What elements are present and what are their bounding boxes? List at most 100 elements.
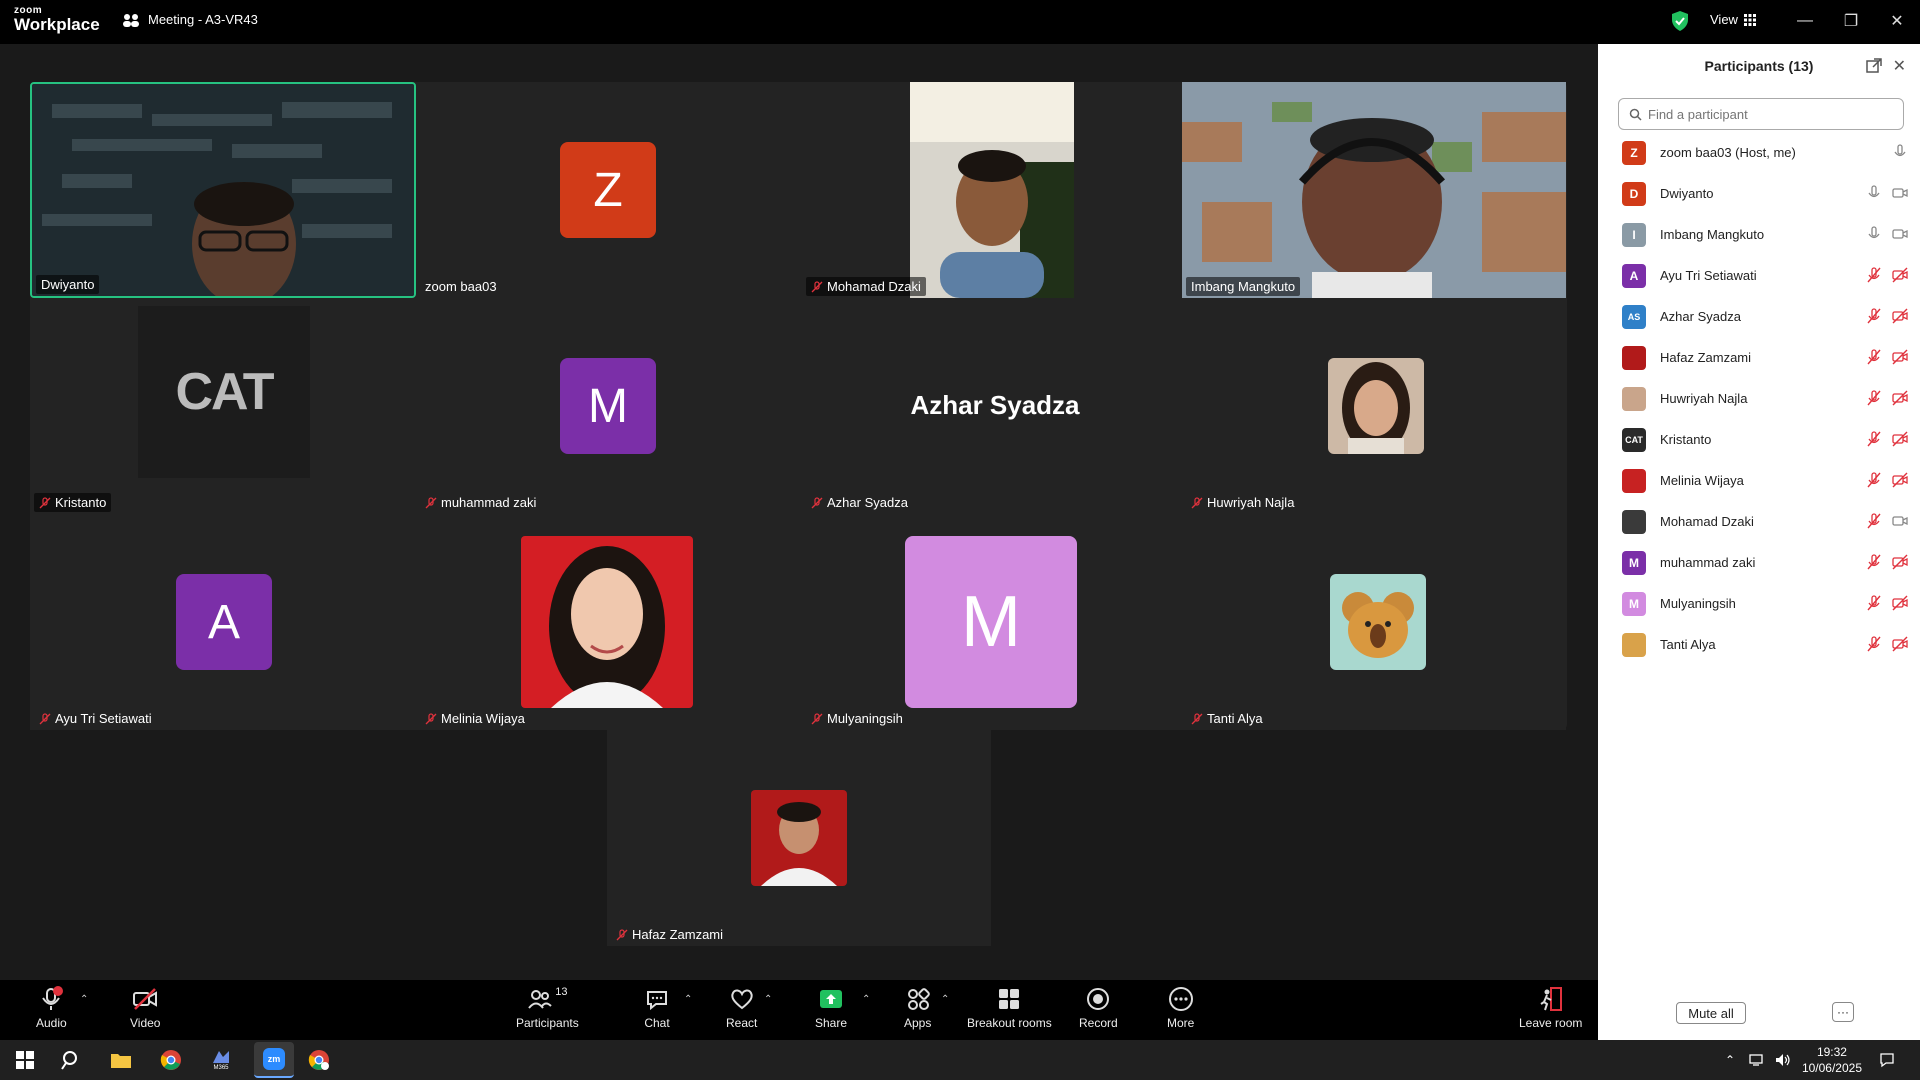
video-off-icon[interactable] [1892, 472, 1908, 488]
search-icon [1629, 108, 1642, 121]
mic-muted-icon[interactable] [1866, 595, 1882, 611]
restore-button[interactable]: ❐ [1836, 8, 1866, 34]
mic-icon[interactable] [1866, 226, 1882, 242]
apps-button[interactable]: Apps [904, 986, 931, 1030]
mic-muted-icon[interactable] [1866, 431, 1882, 447]
participant-row[interactable]: Hafaz Zamzami [1598, 337, 1920, 378]
tile-muhammad-zaki[interactable]: M muhammad zaki [416, 298, 802, 514]
popout-icon[interactable] [1866, 58, 1882, 74]
react-options-caret[interactable]: ⌃ [764, 994, 772, 1005]
file-explorer-icon[interactable] [106, 1046, 136, 1074]
profile-photo-tanti-koala [1330, 574, 1426, 670]
video-off-icon[interactable] [1892, 349, 1908, 365]
zoom-taskbar-icon[interactable]: zm [254, 1042, 294, 1078]
participant-row[interactable]: Mmuhammad zaki [1598, 542, 1920, 583]
mute-all-button[interactable]: Mute all [1676, 1002, 1746, 1024]
volume-icon[interactable] [1772, 1046, 1794, 1074]
video-off-icon[interactable] [1892, 390, 1908, 406]
tile-mohamad-dzaki[interactable]: Mohamad Dzaki [802, 82, 1188, 298]
video-stage: Dwiyanto Z zoom baa03 Mohamad Dzaki Imba… [0, 44, 1598, 980]
video-icon[interactable] [1892, 513, 1908, 529]
chrome-profile-icon[interactable] [304, 1046, 334, 1074]
participant-row[interactable]: I Imbang Mangkuto [1598, 214, 1920, 255]
participant-row[interactable]: Huwriyah Najla [1598, 378, 1920, 419]
share-options-caret[interactable]: ⌃ [862, 994, 870, 1005]
tray-chevron-icon[interactable]: ⌃ [1722, 1046, 1738, 1074]
mic-muted-icon[interactable] [1866, 390, 1882, 406]
mic-icon[interactable] [1866, 185, 1882, 201]
heart-icon [730, 989, 753, 1010]
participant-row[interactable]: A Ayu Tri Setiawati [1598, 255, 1920, 296]
participants-label: Participants [516, 1016, 579, 1030]
tile-hafaz-zamzami[interactable]: Hafaz Zamzami [607, 730, 991, 946]
share-button[interactable]: Share [815, 986, 847, 1030]
encryption-shield-icon[interactable] [1670, 10, 1690, 32]
audio-button[interactable]: Audio [36, 986, 67, 1030]
video-off-icon[interactable] [1892, 554, 1908, 570]
taskbar-search-icon[interactable] [56, 1046, 86, 1074]
participant-row[interactable]: Zzoom baa03 (Host, me) [1598, 132, 1920, 173]
video-off-icon[interactable] [1892, 636, 1908, 652]
search-input[interactable] [1648, 106, 1888, 122]
react-button[interactable]: React [726, 986, 757, 1030]
system-clock[interactable]: 19:32 10/06/2025 [1802, 1044, 1862, 1076]
participants-button[interactable]: 13 Participants [516, 986, 579, 1030]
tile-kristanto[interactable]: CAT Kristanto [30, 298, 416, 514]
participant-row[interactable]: Mohamad Dzaki [1598, 501, 1920, 542]
chrome-icon[interactable] [156, 1046, 186, 1074]
video-off-icon[interactable] [1892, 431, 1908, 447]
participant-search[interactable] [1618, 98, 1904, 130]
tile-ayu-tri-setiawati[interactable]: A Ayu Tri Setiawati [30, 514, 416, 730]
participant-row[interactable]: Melinia Wijaya [1598, 460, 1920, 501]
m365-icon[interactable]: M365 [206, 1046, 236, 1074]
apps-options-caret[interactable]: ⌃ [941, 994, 949, 1005]
tile-name-label: Hafaz Zamzami [611, 925, 728, 944]
participant-row[interactable]: D Dwiyanto [1598, 173, 1920, 214]
tile-azhar-syadza[interactable]: Azhar Syadza Azhar Syadza [802, 298, 1188, 514]
video-icon[interactable] [1892, 226, 1908, 242]
view-button[interactable]: View [1710, 12, 1756, 27]
tile-mulyaningsih[interactable]: M Mulyaningsih [802, 514, 1188, 730]
panel-more-button[interactable]: ··· [1832, 1002, 1854, 1022]
mic-muted-icon[interactable] [1866, 513, 1882, 529]
mic-icon[interactable] [1892, 144, 1908, 160]
participant-row[interactable]: Tanti Alya [1598, 624, 1920, 665]
tile-name-text: Ayu Tri Setiawati [55, 711, 152, 726]
chat-button[interactable]: Chat [644, 986, 670, 1030]
participant-row[interactable]: M Mulyaningsih [1598, 583, 1920, 624]
breakout-rooms-button[interactable]: Breakout rooms [967, 986, 1052, 1030]
mic-muted-icon[interactable] [1866, 349, 1882, 365]
mic-muted-icon[interactable] [1866, 636, 1882, 652]
tile-tanti-alya[interactable]: Tanti Alya [1182, 514, 1566, 730]
notifications-icon[interactable] [1872, 1046, 1902, 1074]
participant-row[interactable]: CAT Kristanto [1598, 419, 1920, 460]
video-button[interactable]: Video [130, 986, 160, 1030]
tile-zoom-baa03[interactable]: Z zoom baa03 [416, 82, 802, 298]
video-off-icon[interactable] [1892, 308, 1908, 324]
video-off-icon[interactable] [1892, 595, 1908, 611]
mic-muted-icon[interactable] [1866, 267, 1882, 283]
chat-options-caret[interactable]: ⌃ [684, 994, 692, 1005]
more-button[interactable]: More [1167, 986, 1194, 1030]
close-window-button[interactable]: ✕ [1882, 8, 1912, 34]
network-icon[interactable] [1746, 1046, 1768, 1074]
participant-avatar: M [1622, 591, 1646, 616]
mic-muted-icon[interactable] [1866, 308, 1882, 324]
minimize-button[interactable]: — [1790, 8, 1820, 34]
mic-muted-icon[interactable] [1866, 554, 1882, 570]
leave-room-button[interactable]: Leave room [1519, 986, 1582, 1030]
mic-muted-icon[interactable] [1866, 472, 1882, 488]
video-icon[interactable] [1892, 185, 1908, 201]
breakout-label: Breakout rooms [967, 1016, 1052, 1030]
tile-dwiyanto[interactable]: Dwiyanto [30, 82, 416, 298]
more-label: More [1167, 1016, 1195, 1030]
windows-start-icon[interactable] [10, 1046, 40, 1074]
audio-options-caret[interactable]: ⌃ [80, 994, 88, 1005]
record-button[interactable]: Record [1079, 986, 1118, 1030]
close-panel-button[interactable]: ✕ [1893, 56, 1906, 76]
video-off-icon[interactable] [1892, 267, 1908, 283]
tile-melinia-wijaya[interactable]: Melinia Wijaya [416, 514, 802, 730]
tile-huwriyah-najla[interactable]: Huwriyah Najla [1182, 298, 1566, 514]
tile-imbang-mangkuto[interactable]: Imbang Mangkuto [1182, 82, 1566, 298]
participant-row[interactable]: AS Azhar Syadza [1598, 296, 1920, 337]
